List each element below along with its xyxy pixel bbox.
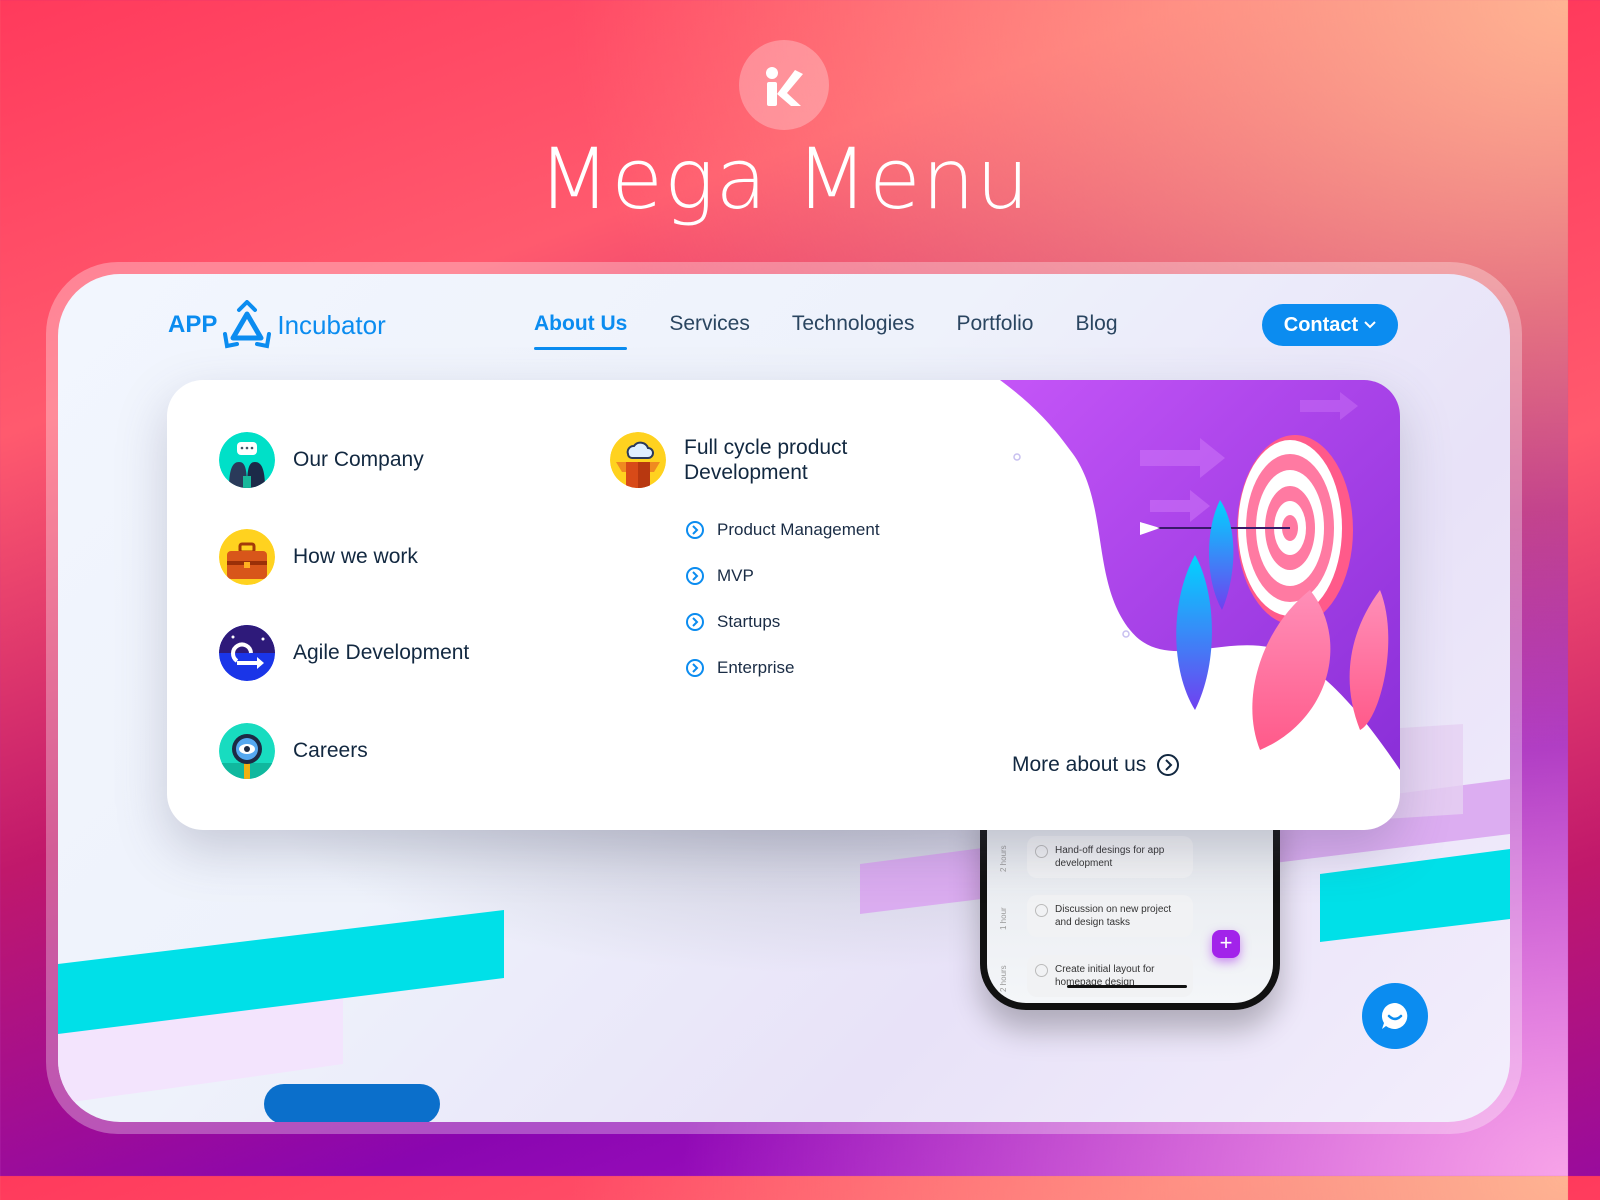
- menu-section-full-cycle[interactable]: Full cycle product Development: [610, 432, 847, 488]
- chevron-circle-icon: [686, 567, 704, 585]
- section-title: Full cycle product Development: [684, 435, 847, 485]
- brand-logo: [739, 40, 829, 130]
- submenu-label: Product Management: [717, 520, 880, 539]
- logo-suffix: Incubator: [277, 309, 386, 340]
- task-card[interactable]: Hand-off desings for app development: [1027, 836, 1193, 878]
- more-label: More about us: [1012, 753, 1147, 776]
- main-nav: About Us Services Technologies Portfolio…: [534, 312, 1118, 350]
- home-indicator: [1067, 985, 1187, 988]
- menu-item-how-we-work[interactable]: How we work: [219, 529, 418, 585]
- more-about-us-link[interactable]: More about us: [1012, 753, 1180, 777]
- briefcase-icon: [219, 529, 275, 585]
- nav-technologies[interactable]: Technologies: [792, 312, 915, 346]
- menu-item-label: Careers: [293, 739, 368, 762]
- team-chat-icon: [219, 432, 275, 488]
- submenu-enterprise[interactable]: Enterprise: [685, 658, 794, 678]
- task-card[interactable]: Discussion on new project and design tas…: [1027, 895, 1193, 937]
- k-logo-icon: [766, 67, 803, 106]
- add-task-button[interactable]: +: [1212, 930, 1240, 958]
- submenu-label: Enterprise: [717, 658, 795, 677]
- contact-label: Contact: [1283, 313, 1359, 336]
- hire-button-obscured[interactable]: [264, 1084, 440, 1122]
- mega-menu-panel: Our Company How we work Agile Developmen…: [167, 380, 1400, 830]
- contact-button[interactable]: Contact: [1262, 304, 1398, 346]
- submenu-mvp[interactable]: MVP: [685, 566, 754, 586]
- chevron-circle-icon: [686, 613, 704, 631]
- agile-cycle-icon: [219, 625, 275, 681]
- submenu-startups[interactable]: Startups: [685, 612, 780, 632]
- menu-item-careers[interactable]: Careers: [219, 723, 368, 779]
- chevron-circle-icon: [686, 659, 704, 677]
- submenu-product-management[interactable]: Product Management: [685, 520, 880, 540]
- task-duration: 2 hours: [999, 965, 1008, 992]
- menu-item-our-company[interactable]: Our Company: [219, 432, 424, 488]
- task-duration: 1 hour: [999, 907, 1008, 930]
- nav-services[interactable]: Services: [669, 312, 750, 346]
- site-logo[interactable]: APP Incubator: [168, 300, 386, 350]
- nav-blog[interactable]: Blog: [1076, 312, 1118, 346]
- task-duration: 2 hours: [999, 845, 1008, 872]
- task-card[interactable]: Create initial layout for homepage desig…: [1027, 955, 1193, 997]
- nav-about-us[interactable]: About Us: [534, 312, 628, 350]
- triangle-logo-icon: [223, 300, 272, 349]
- chat-bubble-icon: [1381, 1002, 1408, 1029]
- section-title-line1: Full cycle product: [684, 436, 848, 459]
- submenu-label: Startups: [717, 612, 781, 631]
- logo-prefix: APP: [168, 311, 218, 338]
- menu-item-label: Agile Development: [293, 641, 470, 664]
- chat-button[interactable]: [1362, 983, 1428, 1049]
- section-title-line2: Development: [684, 461, 808, 484]
- nav-portfolio[interactable]: Portfolio: [956, 312, 1033, 346]
- phone-mockup: 2 hours Hand-off desings for app develop…: [980, 800, 1280, 1010]
- magnifier-eye-icon: [219, 723, 275, 779]
- menu-item-agile-development[interactable]: Agile Development: [219, 625, 469, 681]
- menu-item-label: How we work: [293, 545, 418, 568]
- page-title: Mega Menu: [537, 130, 1031, 228]
- chevron-circle-icon: [1157, 754, 1180, 776]
- cloud-box-icon: [610, 432, 666, 488]
- menu-item-label: Our Company: [293, 448, 424, 471]
- submenu-label: MVP: [717, 566, 754, 585]
- chevron-down-icon: [1364, 321, 1376, 329]
- chevron-circle-icon: [686, 521, 704, 539]
